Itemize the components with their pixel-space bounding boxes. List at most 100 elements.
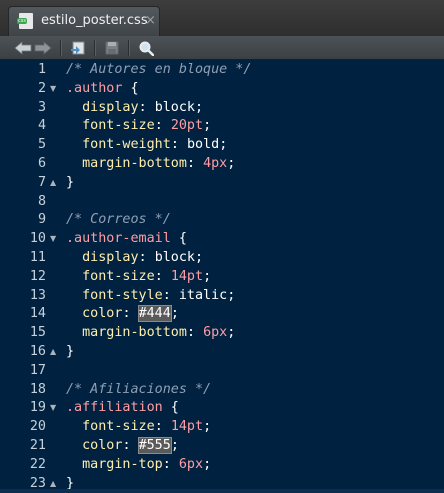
token-punc: ;: [227, 287, 236, 303]
css-file-icon: [17, 13, 33, 29]
code-text[interactable]: font-size: 20pt;: [66, 117, 211, 136]
code-line: 13 font-style: italic;: [0, 287, 444, 306]
code-text[interactable]: /* Correos */: [66, 211, 171, 230]
fold-open-icon[interactable]: ▼: [50, 399, 56, 418]
code-line: 9 /* Correos */: [0, 211, 444, 230]
code-text[interactable]: .author-email {: [66, 230, 187, 249]
token-punc: }: [66, 344, 75, 359]
token-punc: :: [138, 250, 155, 265]
token-punc: {: [170, 231, 187, 247]
token-punc: ;: [170, 438, 179, 453]
token-number: 6px: [178, 456, 204, 472]
code-text[interactable]: font-style: italic;: [66, 287, 235, 306]
token-punc: ;: [227, 156, 236, 171]
line-number: 12: [29, 268, 46, 284]
token-color: #555: [137, 437, 172, 454]
token-punc: :: [154, 118, 171, 134]
code-line: 2 ▼ .author {: [0, 80, 444, 99]
code-text[interactable]: /* Afiliaciones */: [66, 381, 211, 400]
token-punc: :: [186, 325, 204, 341]
token-punc: {: [122, 80, 139, 96]
token-selector: .author: [66, 80, 123, 96]
code-text[interactable]: margin-bottom: 4px;: [66, 155, 235, 174]
code-text[interactable]: color: #444;: [66, 305, 179, 324]
code-line: 22 margin-top: 6px;: [0, 456, 444, 475]
code-text[interactable]: .affiliation {: [66, 399, 179, 418]
token-number: 14pt: [170, 419, 204, 435]
line-number: 17: [29, 362, 46, 378]
code-line: 7 ▲}: [0, 174, 444, 193]
line-number: 19: [29, 400, 46, 416]
code-line: 3 display: block;: [0, 99, 444, 118]
horizontal-scrollbar[interactable]: [0, 489, 444, 493]
token-prop: font-size: [82, 268, 155, 284]
tab-estilo-poster[interactable]: estilo_poster.css ×: [8, 6, 160, 36]
token-punc: :: [122, 306, 139, 322]
code-text[interactable]: margin-top: 6px;: [66, 456, 211, 475]
code-line: 6 margin-bottom: 4px;: [0, 155, 444, 174]
code-line: 10 ▼ .author-email {: [0, 230, 444, 249]
token-comment: /* Autores en bloque */: [66, 62, 252, 77]
close-tab-icon[interactable]: ×: [145, 13, 156, 28]
line-number: 10: [29, 231, 46, 247]
code-text[interactable]: .author {: [66, 80, 139, 99]
token-prop: font-weight: [82, 137, 171, 153]
code-line: 18 /* Afiliaciones */: [0, 381, 444, 400]
token-number: 20pt: [170, 118, 204, 134]
toolbar-separator: [60, 40, 61, 56]
token-selector: .author-email: [66, 231, 171, 247]
line-number: 21: [29, 438, 46, 453]
line-number: 11: [29, 250, 46, 265]
token-punc: ;: [219, 137, 228, 153]
back-arrow-icon[interactable]: [14, 40, 32, 56]
line-number: 14: [29, 306, 46, 322]
fold-close-icon[interactable]: ▲: [50, 174, 56, 193]
code-line: 11 display: block;: [0, 249, 444, 268]
token-comment: /* Correos */: [66, 212, 171, 228]
code-text[interactable]: }: [66, 174, 74, 193]
code-text[interactable]: }: [66, 343, 74, 362]
code-text[interactable]: font-weight: bold;: [66, 136, 227, 155]
code-text[interactable]: display: block;: [66, 249, 203, 268]
line-number: 9: [37, 212, 46, 228]
token-prop: color: [82, 438, 123, 453]
token-punc: ;: [203, 419, 212, 435]
search-icon[interactable]: [138, 40, 154, 56]
code-line: 21 color: #555;: [0, 437, 444, 456]
line-number: 8: [37, 193, 46, 209]
code-line: 17: [0, 362, 444, 381]
token-punc: :: [162, 456, 179, 472]
go-to-file-icon[interactable]: [70, 40, 86, 56]
code-text[interactable]: display: block;: [66, 99, 203, 118]
fold-close-icon[interactable]: ▲: [50, 343, 56, 362]
code-line: 5 font-weight: bold;: [0, 136, 444, 155]
toolbar-separator: [128, 40, 129, 56]
code-text[interactable]: font-size: 14pt;: [66, 418, 211, 437]
token-punc: :: [154, 268, 171, 284]
code-editor[interactable]: 1/* Autores en bloque */2 ▼ .author {3 dis…: [0, 60, 444, 493]
token-prop: font-size: [82, 118, 155, 134]
token-prop: margin-top: [82, 456, 163, 472]
code-text[interactable]: color: #555;: [66, 437, 179, 456]
code-text[interactable]: /* Autores en bloque */: [66, 61, 251, 80]
line-number: 22: [29, 456, 46, 472]
code-text[interactable]: margin-bottom: 6px;: [66, 324, 235, 343]
code-line: 15 margin-bottom: 6px;: [0, 324, 444, 343]
token-color: #444: [137, 305, 172, 323]
line-number: 16: [29, 344, 46, 359]
line-number: 1: [37, 62, 46, 77]
fold-open-icon[interactable]: ▼: [50, 80, 56, 99]
token-value: block: [154, 99, 195, 115]
forward-arrow-icon[interactable]: [34, 40, 52, 56]
fold-open-icon[interactable]: ▼: [50, 230, 56, 249]
code-text[interactable]: font-size: 14pt;: [66, 268, 211, 287]
save-icon[interactable]: [104, 40, 120, 56]
line-number: 2: [37, 80, 46, 96]
